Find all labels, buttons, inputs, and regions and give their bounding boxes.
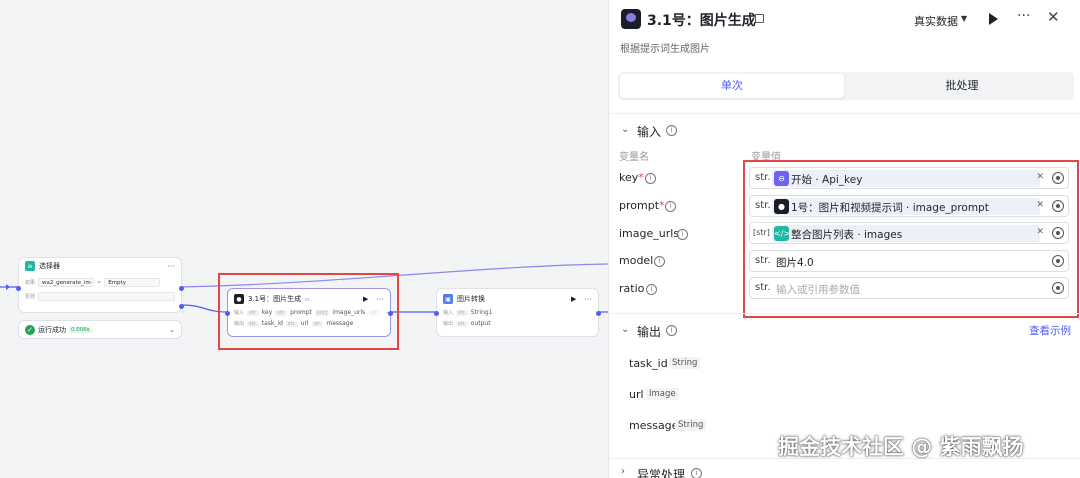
info-icon[interactable]: i	[677, 229, 688, 240]
more-icon[interactable]: ···	[584, 295, 592, 304]
type-badge: String	[669, 357, 701, 369]
node-logo-icon	[621, 9, 641, 29]
node-config-panel: 3.1号：图片生成 真实数据 ▼ ··· ✕ 根据提示词生成图片 单次 批处理 …	[608, 0, 1080, 478]
output-section-title[interactable]: 输出	[637, 323, 661, 340]
run-button[interactable]	[989, 13, 998, 25]
output-task-id: task_id	[629, 357, 668, 370]
image-convert-node-title: 图片转换	[457, 295, 485, 303]
close-icon[interactable]: ✕	[1047, 8, 1060, 26]
else-field	[38, 292, 175, 301]
info-icon[interactable]: i	[666, 125, 677, 136]
selector-node-title: 选择器	[39, 262, 60, 270]
input-section-title[interactable]: 输入	[637, 123, 661, 140]
type-badge: String	[675, 419, 707, 431]
col-variable-name: 变量名	[619, 152, 649, 163]
success-icon: ✓	[25, 324, 35, 335]
if-output-port[interactable]	[179, 286, 184, 291]
info-icon[interactable]: i	[666, 325, 677, 336]
input-port[interactable]	[16, 286, 21, 291]
more-icon[interactable]: ···	[167, 262, 175, 271]
else-output-port[interactable]	[179, 304, 184, 309]
param-key-label: key*	[619, 171, 644, 184]
image-convert-icon: ▣	[443, 294, 453, 304]
condition-variable[interactable]: wa2_generate_im···	[38, 278, 95, 287]
chevron-right-icon[interactable]: ›	[621, 466, 625, 477]
input-port[interactable]	[434, 311, 439, 316]
output-url: url	[629, 388, 644, 401]
data-mode-select[interactable]: 真实数据	[914, 13, 958, 29]
selector-icon: ≡	[25, 261, 35, 271]
output-output: output	[470, 320, 491, 327]
connection-lines	[0, 263, 608, 313]
param-prompt-label: prompt*	[619, 199, 665, 212]
run-icon[interactable]: ▶	[571, 295, 576, 303]
panel-header: 3.1号：图片生成 真实数据 ▼ ··· ✕ 根据提示词生成图片	[609, 0, 1080, 62]
highlight-box-params	[743, 160, 1079, 318]
chevron-down-icon[interactable]: ⌄	[169, 326, 175, 334]
output-port[interactable]	[596, 311, 601, 316]
highlight-box-node	[218, 273, 399, 350]
tab-batch[interactable]: 批处理	[850, 74, 1074, 98]
workflow-canvas[interactable]: ≡ 选择器 ··· 如果 wa2_generate_im··· ≠ Empty …	[0, 0, 608, 478]
image-convert-node[interactable]: ▣ 图片转换 ▶ ··· 输入 str. String1 输出 str. outpu…	[434, 288, 601, 337]
info-icon[interactable]: i	[654, 256, 665, 267]
param-model-label: model	[619, 254, 654, 267]
param-ratio-label: ratio	[619, 282, 645, 295]
else-label: 否则	[25, 294, 36, 300]
run-status-bar[interactable]: ✓ 运行成功 0.006s ⌄	[18, 320, 182, 339]
divider	[609, 313, 1080, 314]
edit-icon[interactable]	[755, 14, 764, 23]
info-icon[interactable]: i	[645, 173, 656, 184]
more-icon[interactable]: ···	[1017, 8, 1030, 24]
see-example-link[interactable]: 查看示例	[1029, 323, 1071, 338]
output-message: message	[629, 419, 679, 432]
condition-operator: ≠	[97, 279, 102, 286]
input-string1: String1	[470, 309, 493, 316]
condition-value[interactable]: Empty	[104, 278, 161, 287]
run-time-badge: 0.006s	[69, 326, 92, 333]
run-status-text: 运行成功	[38, 325, 66, 334]
input-label: 输入	[443, 310, 454, 316]
param-image-urls-label: image_urls	[619, 227, 680, 240]
selector-node[interactable]: ≡ 选择器 ··· 如果 wa2_generate_im··· ≠ Empty …	[16, 257, 184, 313]
info-icon[interactable]: i	[646, 284, 657, 295]
if-label: 如果	[25, 280, 36, 286]
caret-down-icon[interactable]: ▼	[961, 14, 967, 23]
type-badge: Image	[646, 388, 679, 400]
tab-single[interactable]: 单次	[620, 74, 844, 98]
chevron-down-icon[interactable]: ⌄	[621, 124, 629, 135]
info-icon[interactable]: i	[665, 201, 676, 212]
output-label: 输出	[443, 321, 454, 327]
panel-description: 根据提示词生成图片	[620, 44, 710, 55]
watermark: 掘金技术社区 @ 紫雨飘扬	[778, 435, 1024, 459]
panel-title[interactable]: 3.1号：图片生成	[647, 10, 756, 30]
mode-tabs: 单次 批处理	[618, 72, 1074, 100]
chevron-down-icon[interactable]: ⌄	[621, 324, 629, 335]
divider	[609, 113, 1080, 114]
exception-section-title[interactable]: 异常处理	[637, 466, 685, 478]
info-icon[interactable]: i	[691, 468, 702, 478]
